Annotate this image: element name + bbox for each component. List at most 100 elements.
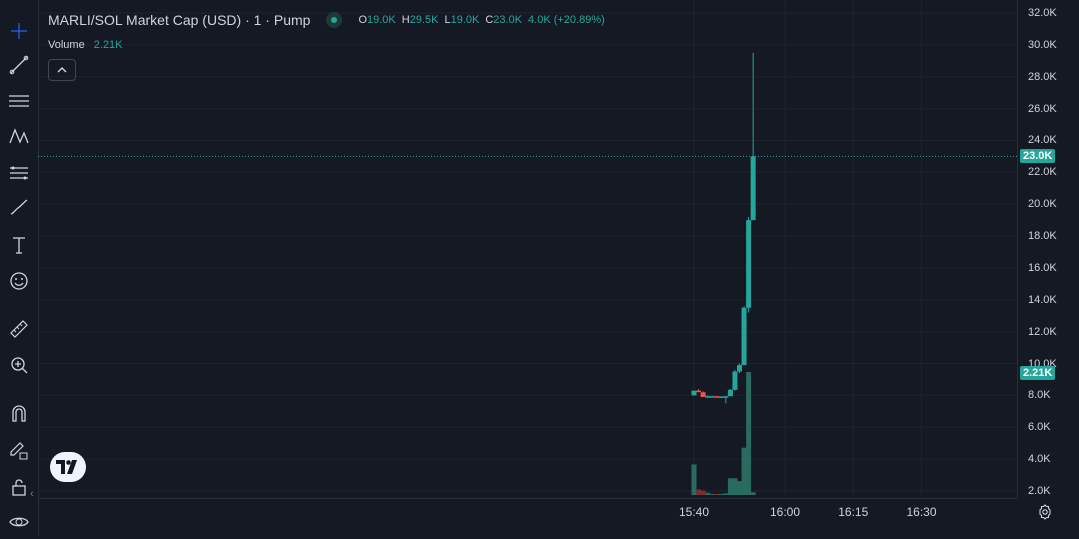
candle-body: [732, 371, 738, 390]
crosshair-icon: [11, 23, 27, 39]
time-tick-label: 15:40: [678, 505, 710, 519]
high-label: H: [401, 14, 410, 26]
candle-body: [723, 396, 729, 398]
drawing-toolbar: ‹: [0, 0, 39, 536]
pattern-tool[interactable]: [0, 119, 38, 153]
horizontal-lines-icon: [9, 95, 29, 107]
candle-body: [746, 220, 752, 308]
volume-bar: [741, 447, 747, 495]
ohlc-values: O19.0K H29.5K L19.0K C23.0K 4.0K (+20.89…: [358, 14, 604, 26]
eye-icon: [9, 517, 29, 527]
tv-logo-icon: [56, 460, 77, 474]
price-tick-label: 12.0K: [1028, 325, 1057, 338]
pattern-icon: [9, 128, 29, 144]
candle-body: [709, 396, 715, 398]
price-tick-label: 32.0K: [1028, 7, 1057, 19]
collapse-toolbar-icon[interactable]: ‹: [30, 488, 34, 500]
candle-body: [741, 307, 747, 366]
collapse-legend-button[interactable]: [48, 59, 76, 81]
time-tick-label: 16:15: [838, 505, 869, 519]
volume-legend: Volume 2.21K: [48, 39, 123, 51]
trendline-icon: [9, 55, 29, 75]
crosshair-tool[interactable]: [0, 14, 38, 48]
volume-bar: [723, 493, 729, 495]
volume-bar: [705, 492, 711, 495]
candle-body: [750, 156, 756, 221]
ruler-tool[interactable]: [0, 312, 38, 346]
tradingview-logo[interactable]: [50, 452, 86, 482]
volume-bar: [700, 490, 706, 495]
lock-icon: [12, 479, 26, 496]
volume-bar: [714, 493, 720, 495]
chevron-up-icon: [57, 67, 67, 73]
volume-bar: [691, 464, 697, 495]
trendline-tool[interactable]: [0, 48, 38, 82]
volume-label[interactable]: Volume: [48, 39, 85, 51]
candle-body: [691, 390, 697, 396]
open-label: O: [358, 14, 367, 26]
text-icon: [13, 237, 25, 254]
candle-body: [718, 396, 724, 399]
volume-badge: 2.21K: [1020, 366, 1056, 380]
text-tool[interactable]: [0, 228, 38, 262]
time-tick-label: 16:00: [769, 505, 801, 519]
price-tick-label: 24.0K: [1028, 134, 1057, 147]
brush-tool[interactable]: [0, 190, 38, 224]
zoom-tool[interactable]: [0, 348, 38, 382]
candle-body: [737, 365, 742, 372]
symbol-title[interactable]: MARLI/SOL Market Cap (USD) · 1 · Pump: [48, 12, 310, 28]
horizontal-lines-tool[interactable]: [0, 84, 38, 118]
price-tick-label: 28.0K: [1028, 70, 1057, 83]
price-tick-label: 2.0K: [1028, 485, 1051, 497]
magnet-tool[interactable]: [0, 396, 38, 430]
magnet-icon: [12, 405, 26, 422]
price-tick-label: 22.0K: [1028, 166, 1057, 179]
ruler-icon: [10, 320, 28, 338]
emoji-tool[interactable]: [0, 264, 38, 298]
volume-bar: [737, 481, 742, 495]
eye-tool[interactable]: [0, 505, 38, 539]
lock-pencil-tool[interactable]: [0, 433, 38, 467]
candle-body: [696, 390, 702, 393]
chart-legend: MARLI/SOL Market Cap (USD) · 1 · Pump O1…: [48, 12, 605, 28]
time-tick-label: 16:30: [906, 505, 937, 519]
price-axis[interactable]: 2.0K 4.0K 6.0K 8.0K 10.0K 12.0K 14.0K 16.0K 18.0…: [1017, 0, 1079, 498]
chart-pane[interactable]: [38, 0, 1017, 498]
candle-body: [714, 396, 720, 398]
low-value: 19.0K: [450, 14, 480, 26]
volume-bar: [696, 489, 702, 495]
brush-icon: [10, 199, 28, 215]
candle-body: [727, 389, 733, 397]
candle-body: [705, 396, 711, 398]
price-tick-label: 26.0K: [1028, 102, 1057, 115]
emoji-icon: [10, 272, 28, 290]
price-tick-label: 14.0K: [1028, 293, 1057, 306]
last-price-badge: 23.0K: [1020, 149, 1056, 164]
price-tick-label: 30.0K: [1028, 38, 1057, 51]
zoom-icon: [11, 357, 28, 374]
price-tick-label: 6.0K: [1028, 421, 1051, 434]
high-value: 29.5K: [409, 14, 439, 26]
close-value: 23.0K: [493, 14, 523, 26]
chart-settings-icon[interactable]: [1036, 503, 1054, 521]
market-status-icon: [326, 12, 343, 28]
volume-value: 2.21K: [93, 39, 123, 51]
volume-bar: [709, 493, 715, 495]
volume-bar: [727, 478, 733, 495]
fib-tool[interactable]: [0, 155, 38, 189]
volume-bar: [750, 492, 756, 495]
candlestick-chart: [38, 0, 1017, 498]
volume-bar: [746, 372, 752, 495]
candle-body: [700, 392, 706, 397]
volume-bar: [718, 493, 724, 495]
open-value: 19.0K: [367, 14, 396, 26]
price-tick-label: 16.0K: [1028, 261, 1057, 274]
lock-pencil-icon: [10, 442, 28, 460]
price-tick-label: 20.0K: [1028, 198, 1057, 211]
price-tick-label: 18.0K: [1028, 230, 1057, 243]
price-tick-label: 8.0K: [1028, 389, 1051, 402]
volume-bar: [732, 478, 738, 495]
price-tick-label: 4.0K: [1028, 453, 1051, 466]
change-value: 4.0K (+20.89%): [528, 14, 605, 26]
time-axis[interactable]: 15:40 16:00 16:15 16:30: [38, 498, 1017, 537]
